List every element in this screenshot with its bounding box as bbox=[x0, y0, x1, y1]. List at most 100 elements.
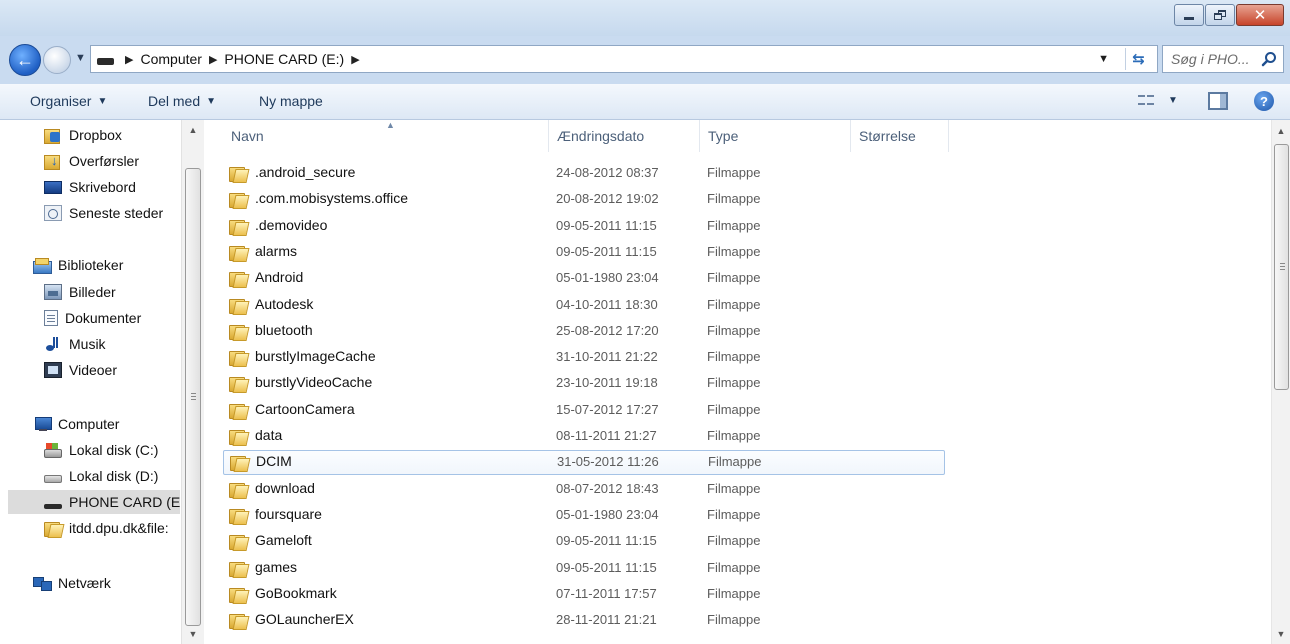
file-row[interactable]: .com.mobisystems.office 20-08-2012 19:02 F… bbox=[217, 187, 1271, 212]
file-type: Filmappe bbox=[707, 612, 761, 627]
file-row[interactable]: Autodesk 04-10-2011 18:30 Filmappe bbox=[217, 293, 1271, 318]
scroll-up-arrow-icon[interactable]: ▲ bbox=[182, 120, 204, 140]
nav-item-recent-places[interactable]: Seneste steder bbox=[44, 201, 163, 225]
breadcrumb-computer[interactable]: Computer bbox=[140, 51, 201, 67]
scroll-down-arrow-icon[interactable]: ▼ bbox=[1272, 624, 1290, 644]
nav-item-network[interactable]: Netværk bbox=[33, 571, 111, 595]
share-with-button[interactable]: Del med ▼ bbox=[148, 93, 216, 109]
file-date: 05-01-1980 23:04 bbox=[556, 507, 659, 522]
nav-item-local-disk-d[interactable]: Lokal disk (D:) bbox=[44, 464, 158, 488]
column-header-type[interactable]: Type bbox=[699, 120, 850, 152]
file-list-scrollbar[interactable]: ▲ ▼ bbox=[1271, 120, 1290, 644]
file-row[interactable]: CartoonCamera 15-07-2012 17:27 Filmappe bbox=[217, 398, 1271, 423]
nav-scrollbar-thumb[interactable] bbox=[185, 168, 201, 626]
preview-pane-button[interactable] bbox=[1208, 92, 1228, 110]
forward-button[interactable] bbox=[43, 46, 71, 74]
nav-item-computer[interactable]: Computer bbox=[33, 412, 119, 436]
file-row[interactable]: alarms 09-05-2011 11:15 Filmappe bbox=[217, 240, 1271, 265]
file-row[interactable]: download 08-07-2012 18:43 Filmappe bbox=[217, 477, 1271, 502]
nav-scrollbar[interactable]: ▲ ▼ bbox=[181, 120, 204, 644]
nav-item-itdd-folder[interactable]: itdd.dpu.dk&file: bbox=[44, 516, 169, 540]
column-header-label: Navn bbox=[231, 128, 264, 144]
file-row[interactable]: GoBookmark 07-11-2011 17:57 Filmappe bbox=[217, 582, 1271, 607]
nav-item-label: Videoer bbox=[69, 362, 118, 378]
organize-button[interactable]: Organiser ▼ bbox=[30, 93, 107, 109]
file-type: Filmappe bbox=[707, 507, 761, 522]
search-input[interactable]: Søg i PHO... bbox=[1162, 45, 1284, 73]
address-bar[interactable]: ▶ Computer ▶ PHONE CARD (E:) ▶ ▼ ⇆ bbox=[90, 45, 1158, 73]
file-type: Filmappe bbox=[707, 165, 761, 180]
scroll-down-arrow-icon[interactable]: ▼ bbox=[182, 624, 204, 644]
file-row[interactable]: bluetooth 25-08-2012 17:20 Filmappe bbox=[217, 319, 1271, 344]
file-row[interactable]: foursquare 05-01-1980 23:04 Filmappe bbox=[217, 503, 1271, 528]
search-icon[interactable] bbox=[1261, 51, 1277, 67]
nav-item-libraries[interactable]: Biblioteker bbox=[33, 253, 123, 277]
column-header-date[interactable]: Ændringsdato bbox=[548, 120, 699, 152]
navigation-pane: Dropbox Overførsler Skrivebord Seneste s… bbox=[0, 120, 204, 644]
file-row[interactable]: burstlyVideoCache 23-10-2011 19:18 Filmapp… bbox=[217, 371, 1271, 396]
breadcrumb-chevron-icon[interactable]: ▶ bbox=[209, 53, 217, 66]
nav-item-pictures[interactable]: Billeder bbox=[44, 280, 116, 304]
grip-line bbox=[1280, 263, 1285, 264]
address-history-dropdown[interactable]: ▼ bbox=[1098, 53, 1109, 65]
back-button[interactable]: ← bbox=[9, 44, 41, 76]
file-date: 09-05-2011 11:15 bbox=[556, 560, 657, 575]
file-date: 28-11-2011 21:21 bbox=[556, 612, 657, 627]
recent-pages-button[interactable]: ▼ bbox=[75, 52, 86, 64]
breadcrumb-chevron-icon[interactable]: ▶ bbox=[351, 53, 359, 66]
nav-item-local-disk-c[interactable]: Lokal disk (C:) bbox=[44, 438, 158, 462]
grip-line bbox=[191, 396, 196, 397]
file-type: Filmappe bbox=[707, 586, 761, 601]
file-row[interactable]: burstlyImageCache 31-10-2011 21:22 Filmapp… bbox=[217, 345, 1271, 370]
help-button[interactable]: ? bbox=[1254, 91, 1274, 111]
file-date: 08-07-2012 18:43 bbox=[556, 481, 659, 496]
nav-item-label: Billeder bbox=[69, 284, 116, 300]
file-row[interactable]: data 08-11-2011 21:27 Filmappe bbox=[217, 424, 1271, 449]
view-options-icon bbox=[1138, 93, 1154, 107]
minimize-button[interactable] bbox=[1174, 4, 1204, 26]
title-bar: ✕ bbox=[0, 0, 1290, 36]
nav-item-documents[interactable]: Dokumenter bbox=[44, 306, 141, 330]
column-header-label: Størrelse bbox=[859, 128, 916, 144]
folder-icon bbox=[229, 533, 247, 550]
window-controls: ✕ bbox=[1173, 4, 1284, 26]
nav-item-downloads[interactable]: Overførsler bbox=[44, 149, 139, 173]
new-folder-button[interactable]: Ny mappe bbox=[259, 93, 323, 109]
file-row[interactable]: .demovideo 09-05-2011 11:15 Filmappe bbox=[217, 214, 1271, 239]
close-button[interactable]: ✕ bbox=[1236, 4, 1284, 26]
file-name: GOLauncherEX bbox=[255, 611, 354, 627]
file-row[interactable]: Android 05-01-1980 23:04 Filmappe bbox=[217, 266, 1271, 291]
nav-item-dropbox[interactable]: Dropbox bbox=[44, 123, 122, 147]
file-list-scrollbar-thumb[interactable] bbox=[1274, 144, 1289, 390]
restore-button[interactable] bbox=[1205, 4, 1235, 26]
file-row[interactable]: DCIM 31-05-2012 11:26 Filmappe bbox=[223, 450, 945, 475]
refresh-button[interactable]: ⇆ bbox=[1125, 48, 1151, 70]
file-type: Filmappe bbox=[708, 454, 762, 469]
nav-item-music[interactable]: Musik bbox=[44, 332, 106, 356]
file-row[interactable]: .android_secure 24-08-2012 08:37 Filmappe bbox=[217, 161, 1271, 186]
file-date: 23-10-2011 19:18 bbox=[556, 375, 658, 390]
change-view-button[interactable]: ▼ bbox=[1138, 93, 1178, 107]
file-name: games bbox=[255, 559, 298, 575]
file-type: Filmappe bbox=[707, 218, 761, 233]
scroll-up-arrow-icon[interactable]: ▲ bbox=[1272, 120, 1290, 142]
file-name: data bbox=[255, 427, 283, 443]
nav-item-label: itdd.dpu.dk&file: bbox=[69, 520, 169, 536]
column-header-label: Ændringsdato bbox=[557, 128, 645, 144]
file-date: 15-07-2012 17:27 bbox=[556, 402, 659, 417]
desktop-icon bbox=[44, 181, 62, 194]
column-header-name[interactable]: Navn ▲ bbox=[223, 120, 548, 152]
file-type: Filmappe bbox=[707, 533, 761, 548]
refresh-icon: ⇆ bbox=[1132, 51, 1145, 68]
folder-icon bbox=[44, 520, 62, 537]
file-row[interactable]: Gameloft 09-05-2011 11:15 Filmappe bbox=[217, 529, 1271, 554]
breadcrumb-phone-card[interactable]: PHONE CARD (E:) bbox=[224, 51, 344, 67]
documents-icon bbox=[44, 310, 58, 326]
nav-item-desktop[interactable]: Skrivebord bbox=[44, 175, 136, 199]
file-row[interactable]: GOLauncherEX 28-11-2011 21:21 Filmappe bbox=[217, 608, 1271, 633]
nav-item-videos[interactable]: Videoer bbox=[44, 358, 117, 382]
breadcrumb-chevron-icon[interactable]: ▶ bbox=[125, 53, 133, 66]
file-row[interactable]: games 09-05-2011 11:15 Filmappe bbox=[217, 556, 1271, 581]
column-header-size[interactable]: Størrelse bbox=[850, 120, 949, 152]
nav-item-phone-card[interactable]: PHONE CARD (E: bbox=[8, 490, 184, 514]
